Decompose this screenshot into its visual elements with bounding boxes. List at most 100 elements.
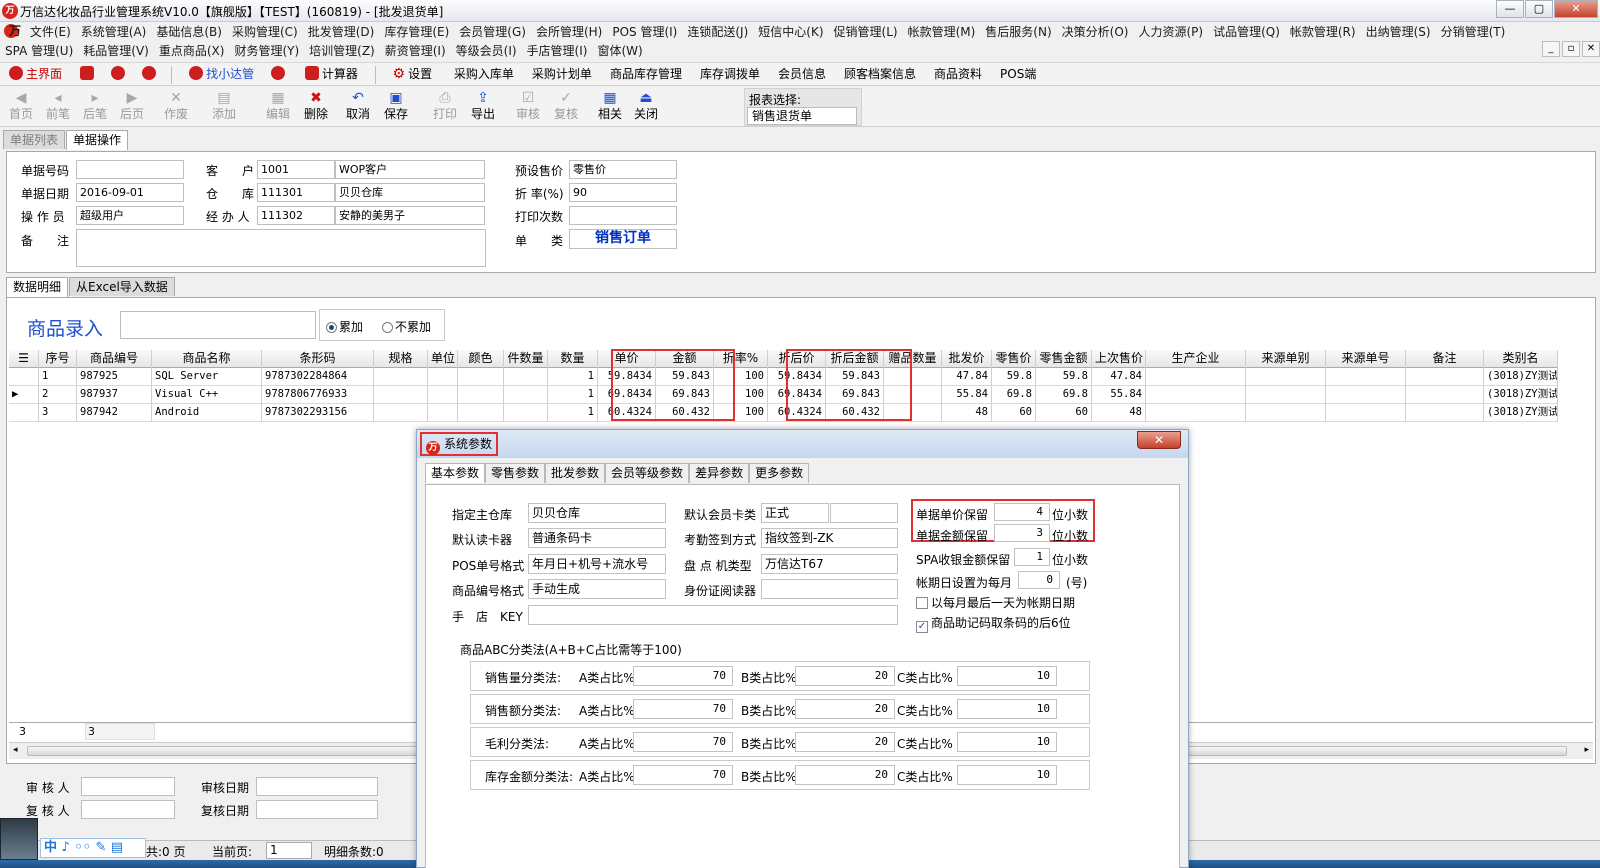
grid-cell[interactable] [1146, 404, 1246, 422]
mode-noadd-radio[interactable]: 不累加 [382, 318, 431, 335]
quick-link[interactable]: 顾客档案信息 [835, 63, 925, 86]
main-wh-field[interactable]: 贝贝仓库 [528, 503, 666, 523]
menu-item[interactable]: 帐款管理(R) [1285, 22, 1361, 42]
menu-item[interactable]: 培训管理(Z) [304, 41, 380, 61]
grid-cell[interactable]: 9787302284864 [262, 368, 374, 386]
operator-field[interactable]: 超级用户 [76, 206, 184, 225]
menu-item[interactable]: 短信中心(K) [753, 22, 828, 42]
dialog-tab[interactable]: 基本参数 [425, 463, 486, 483]
b-ratio-field[interactable]: 20 [795, 699, 895, 719]
reviewer-field[interactable] [81, 800, 175, 819]
column-header[interactable]: 折后价 [768, 350, 826, 368]
toolbar-button[interactable]: ☑ 审核 [510, 87, 546, 121]
bill-type-field[interactable]: 销售订单 [569, 229, 677, 249]
toolbar-button[interactable]: ◂ 前笔 [40, 87, 76, 121]
grid-menu-icon[interactable]: ☰ [18, 351, 29, 365]
c-ratio-field[interactable]: 10 [957, 732, 1057, 752]
quick-link[interactable]: 库存调拨单 [691, 63, 769, 86]
last6-checkbox[interactable]: ✓ 商品助记码取条码的后6位 [916, 614, 1071, 633]
grid-cell[interactable]: 100 [714, 368, 768, 386]
warehouse-code-field[interactable]: 111301 [257, 183, 335, 202]
toolbar-button[interactable]: ▦ 编辑 [260, 87, 296, 121]
handler-code-field[interactable]: 111302 [257, 206, 335, 225]
grid-cell[interactable] [1146, 368, 1246, 386]
mdi-close-button[interactable]: ✕ [1582, 41, 1600, 57]
menu-item[interactable]: SPA 管理(U) [0, 41, 78, 61]
dialog-tab[interactable]: 批发参数 [545, 463, 606, 483]
grid-cell[interactable]: 47.84 [942, 368, 992, 386]
menu-item[interactable]: 耗品管理(V) [78, 41, 154, 61]
column-header[interactable]: 规格 [374, 350, 428, 368]
product-entry-input[interactable] [120, 311, 316, 339]
table-row[interactable]: 1 987925 SQL Server 9787302284864 1 59.8434 59… [9, 368, 1558, 386]
column-header[interactable]: 单位 [428, 350, 458, 368]
grid-cell[interactable]: Visual C++ [152, 386, 262, 404]
bill-no-field[interactable] [76, 160, 184, 179]
grid-cell[interactable] [504, 368, 548, 386]
column-header[interactable]: 金额 [656, 350, 714, 368]
audit-date-field[interactable] [256, 777, 378, 796]
grid-cell[interactable]: 3 [39, 404, 77, 422]
grid-cell[interactable]: (3018)ZY测试 [1484, 386, 1558, 404]
close-button[interactable]: ✕ [1554, 0, 1598, 18]
toolbar-button[interactable]: ✖ 删除 [298, 87, 334, 121]
grid-cell[interactable] [428, 404, 458, 422]
menu-item[interactable]: 薪资管理(I) [380, 41, 451, 61]
grid-cell[interactable]: 1 [548, 386, 598, 404]
handler-name-field[interactable]: 安静的美男子 [335, 206, 485, 225]
shop-key-field[interactable] [528, 605, 898, 625]
column-header[interactable]: 来源单别 [1246, 350, 1326, 368]
quick-link[interactable]: 采购入库单 [445, 63, 523, 86]
toolbar-button[interactable]: ▣ 保存 [378, 87, 414, 121]
ime-toolbar[interactable]: 中 ♪ ◦◦ ✎ ▤ [40, 838, 146, 858]
grid-cell[interactable]: 69.843 [656, 386, 714, 404]
grid-cell[interactable]: 69.843 [826, 386, 884, 404]
grid-cell[interactable]: ▶ [9, 386, 39, 404]
grid-cell[interactable] [504, 386, 548, 404]
a-ratio-field[interactable]: 70 [633, 732, 733, 752]
toolbar-button[interactable]: ▦ 相关 [592, 87, 628, 121]
column-header[interactable]: 商品编号 [77, 350, 152, 368]
review-date-field[interactable] [256, 800, 378, 819]
menu-item[interactable]: 重点商品(X) [154, 41, 230, 61]
attendance-field[interactable]: 指纹签到-ZK [761, 528, 898, 548]
menu-item[interactable]: 帐款管理(M) [903, 22, 981, 42]
lock-icon[interactable] [75, 63, 102, 86]
quick-link[interactable]: 商品资料 [925, 63, 991, 86]
remark-field[interactable] [76, 229, 486, 267]
column-header[interactable]: 件数量 [504, 350, 548, 368]
menu-item[interactable]: 手店管理(I) [522, 41, 593, 61]
mode-add-radio[interactable]: 累加 [326, 318, 363, 335]
report-select[interactable]: 报表选择: 销售退货单 [744, 88, 862, 126]
quick-link[interactable]: 商品库存管理 [601, 63, 691, 86]
grid-cell[interactable]: (3018)ZY测试 [1484, 368, 1558, 386]
tab-bill-list[interactable]: 单据列表 [3, 130, 66, 149]
grid-cell[interactable]: 100 [714, 404, 768, 422]
b-ratio-field[interactable]: 20 [795, 732, 895, 752]
table-row[interactable]: 3 987942 Android 9787302293156 1 60.4324 60.43… [9, 404, 1558, 422]
grid-cell[interactable]: 987925 [77, 368, 152, 386]
menu-item[interactable]: 试品管理(Q) [1208, 22, 1285, 42]
grid-cell[interactable]: 1 [39, 368, 77, 386]
tab-data-detail[interactable]: 数据明细 [6, 277, 69, 297]
toolbar-button[interactable]: ▸ 后笔 [77, 87, 113, 121]
grid-cell[interactable] [1406, 368, 1484, 386]
menu-item[interactable]: 系统管理(A) [76, 22, 152, 42]
grid-cell[interactable]: 60 [992, 404, 1036, 422]
menu-item[interactable]: 批发管理(D) [303, 22, 380, 42]
mdi-minimize-button[interactable]: _ [1542, 41, 1560, 57]
column-header[interactable]: 生产企业 [1146, 350, 1246, 368]
app-menu-icon[interactable]: 万 [4, 24, 21, 38]
quick-link[interactable]: 采购计划单 [523, 63, 601, 86]
grid-cell[interactable]: Android [152, 404, 262, 422]
grid-cell[interactable] [1406, 386, 1484, 404]
find-helper-link[interactable]: 找小达管 [180, 63, 263, 86]
column-header[interactable]: 折后金额 [826, 350, 884, 368]
grid-cell[interactable]: 59.8434 [768, 368, 826, 386]
spa-decimal-field[interactable]: 1 [1014, 548, 1050, 566]
quick-link[interactable]: POS端 [991, 63, 1045, 86]
grid-cell[interactable] [458, 386, 504, 404]
mdi-restore-button[interactable]: ▫ [1562, 41, 1580, 57]
report-select-value[interactable]: 销售退货单 [747, 107, 857, 125]
stock-machine-field[interactable]: 万信达T67 [761, 554, 898, 574]
